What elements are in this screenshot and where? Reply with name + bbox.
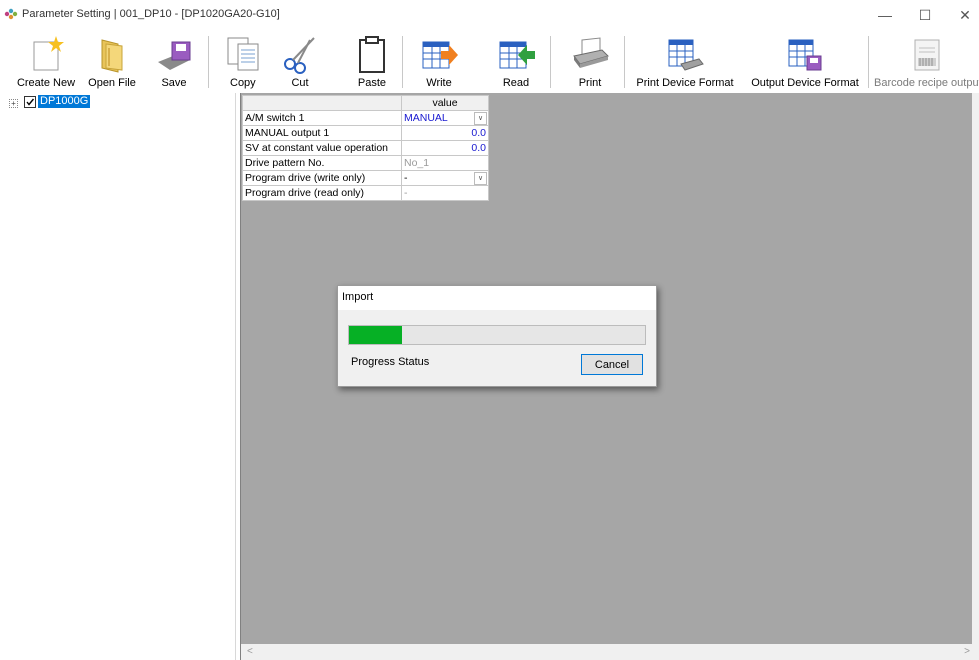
row-label: SV at constant value operation [242,140,402,156]
barcode-recipe-output-label: Barcode recipe output [874,77,979,89]
save-icon [158,41,191,70]
paste-label: Paste [357,77,387,89]
row-label: Drive pattern No. [242,155,402,171]
copy-label: Copy [230,77,256,89]
open-file-button[interactable]: Open File [83,30,141,93]
dialog-title: Import [342,291,374,303]
save-label: Save [161,77,187,89]
clipboard-icon [359,36,385,73]
print-label: Print [578,77,602,89]
read-button[interactable]: Read [494,30,538,93]
chevron-down-icon[interactable]: ∨ [474,112,487,125]
print-button[interactable]: Print [568,30,612,93]
write-label: Write [426,77,452,89]
output-device-format-button[interactable]: Output Device Format [747,30,863,93]
progress-status-label: Progress Status [351,356,430,368]
row-label: Program drive (read only) [242,185,402,201]
app-icon [4,8,18,20]
progress-fill [349,326,403,344]
write-button[interactable]: Write [416,30,462,93]
am-switch-select[interactable]: MANUAL ∨ [401,110,489,126]
toolbar-separator [402,36,403,88]
tree-node-dp1000g[interactable]: DP1000G [38,95,91,108]
toolbar-separator [550,36,551,88]
grid-corner [242,95,402,111]
paste-button[interactable]: Paste [350,30,394,93]
scroll-left-icon[interactable]: < [247,646,253,657]
minimize-button[interactable]: — [869,0,901,30]
am-switch-value: MANUAL [404,112,448,124]
tree-pane: + DP1000G [0,93,235,660]
grid-header-row: value [242,95,489,111]
checkmark-icon [26,98,35,106]
manual-output-field[interactable]: 0.0 [401,125,489,141]
sv-constant-field[interactable]: 0.0 [401,140,489,156]
chevron-down-icon[interactable]: ∨ [474,172,487,185]
print-device-format-label: Print Device Format [636,77,734,89]
cut-button[interactable]: Cut [278,30,322,93]
table-row: MANUAL output 1 0.0 [242,125,489,141]
dialog-title-bar: Import [338,286,656,310]
row-label: A/M switch 1 [242,110,402,126]
scroll-right-icon[interactable]: > [964,646,970,657]
vertical-scrollbar[interactable] [972,93,979,644]
cancel-button[interactable]: Cancel [581,354,643,375]
table-row: A/M switch 1 MANUAL ∨ [242,110,489,126]
output-device-format-label: Output Device Format [751,77,859,89]
window-title: Parameter Setting | 001_DP10 - [DP1020GA… [22,8,280,20]
program-drive-write-select[interactable]: - ∨ [401,170,489,186]
program-drive-write-value: - [404,172,408,184]
barcode-icon [914,39,939,71]
print-device-format-icon [668,39,704,71]
progress-bar [348,325,646,345]
write-icon [422,41,458,69]
table-row: Program drive (read only) - [242,185,489,201]
drive-pattern-value: No_1 [401,155,489,171]
read-label: Read [502,77,530,89]
open-file-label: Open File [88,77,136,89]
tree-checkbox[interactable] [24,96,36,108]
horizontal-scrollbar[interactable]: < > [241,644,979,660]
import-dialog: Import Progress Status Cancel [337,285,657,387]
close-button[interactable]: ✕ [949,0,979,30]
copy-button[interactable]: Copy [222,30,266,93]
toolbar-separator [624,36,625,88]
barcode-recipe-output-button[interactable]: Barcode recipe output [874,30,979,93]
table-row: Program drive (write only) - ∨ [242,170,489,186]
save-button[interactable]: Save [152,30,196,93]
print-device-format-button[interactable]: Print Device Format [636,30,734,93]
title-bar: Parameter Setting | 001_DP10 - [DP1020GA… [0,0,979,30]
row-label: MANUAL output 1 [242,125,402,141]
toolbar-separator [208,36,209,88]
cut-label: Cut [291,77,309,89]
row-label: Program drive (write only) [242,170,402,186]
table-row: Drive pattern No. No_1 [242,155,489,171]
parameter-grid: value A/M switch 1 MANUAL ∨ MANUAL outpu… [242,95,489,201]
table-row: SV at constant value operation 0.0 [242,140,489,156]
output-device-format-icon [788,39,822,71]
new-document-icon [33,36,64,71]
tree-expander[interactable]: + [9,99,18,108]
program-drive-read-value: - [401,185,489,201]
read-icon [499,41,535,69]
folder-icon [101,39,123,73]
scissors-icon [284,37,315,74]
create-new-label: Create New [16,77,76,89]
printer-icon [573,37,609,68]
maximize-button[interactable]: ☐ [909,0,941,30]
copy-icon [227,37,259,71]
value-column-header: value [401,95,489,111]
toolbar: Create New Open File Save Copy Cut Paste… [0,30,979,93]
create-new-button[interactable]: Create New [12,30,80,93]
toolbar-separator [868,36,869,88]
